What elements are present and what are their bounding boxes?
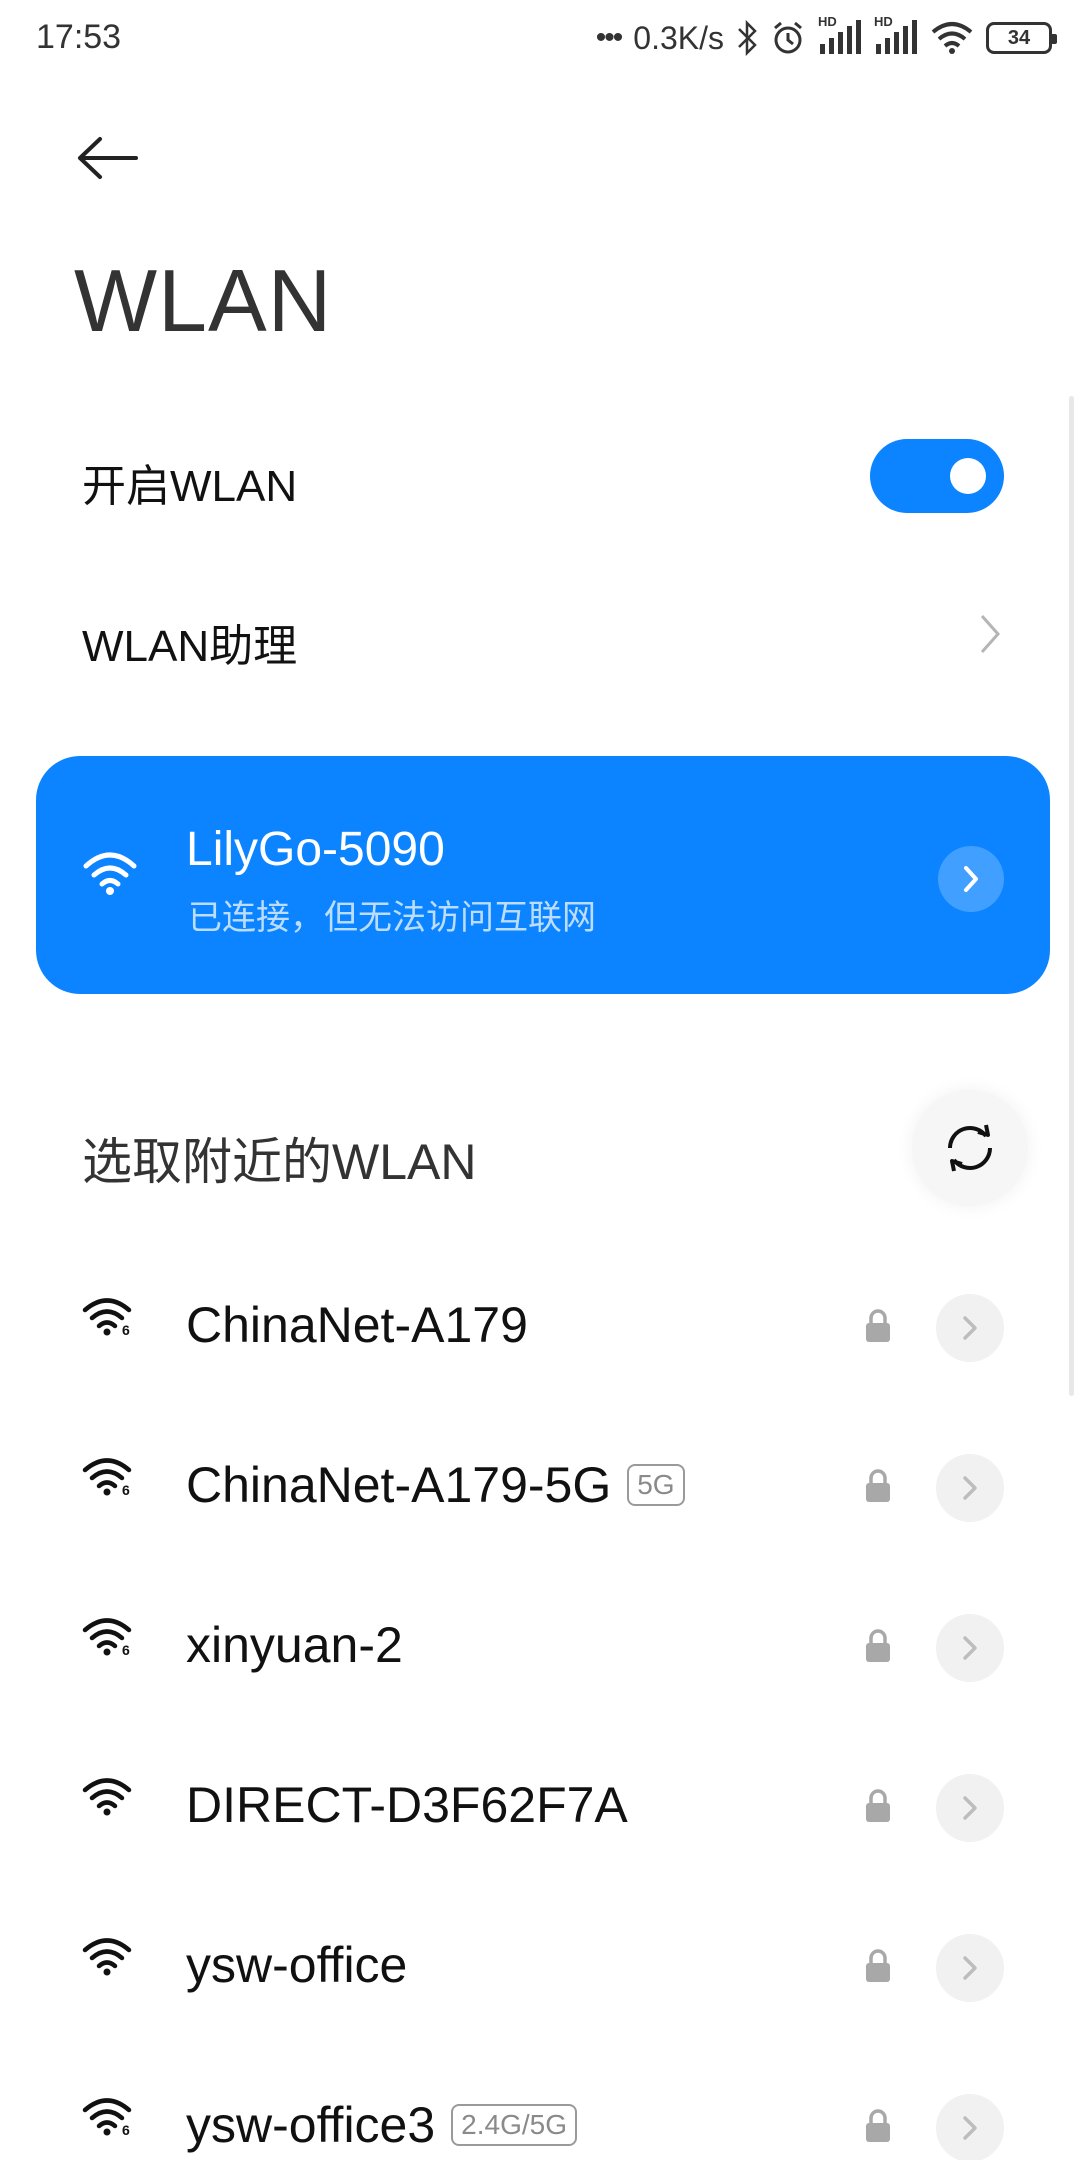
chevron-right-icon [963, 1476, 977, 1500]
network-details-button[interactable] [936, 1774, 1004, 1842]
back-arrow-icon [78, 137, 138, 179]
chevron-right-icon [963, 2116, 977, 2140]
network-row[interactable]: DIRECT-D3F62F7A [0, 1728, 1080, 1888]
network-row[interactable]: 6 xinyuan-2 [0, 1568, 1080, 1728]
lock-icon [864, 1948, 892, 1989]
network-details-button[interactable] [936, 1614, 1004, 1682]
wlan-assistant-label: WLAN助理 [82, 622, 298, 671]
chevron-right-icon [963, 1316, 977, 1340]
status-time: 17:53 [36, 18, 122, 56]
svg-text:6: 6 [122, 2122, 130, 2136]
status-icons: ••• 0.3K/s HD HD 34 [595, 14, 1057, 60]
wifi-signal-icon [82, 1936, 132, 1981]
scrollbar[interactable] [1069, 396, 1074, 1396]
network-ssid: ChinaNet-A179 [186, 1296, 528, 1354]
network-speed: 0.3K/s [633, 19, 724, 56]
wifi-signal-icon: 6 [82, 2096, 132, 2141]
network-ssid-text: ysw-office3 [186, 2097, 436, 2153]
network-details-button[interactable] [936, 2094, 1004, 2160]
network-ssid-text: ysw-office [186, 1937, 408, 1993]
network-row[interactable]: 6 ysw-office3 2.4G/5G [0, 2048, 1080, 2160]
status-bar: 17:53 ••• 0.3K/s HD HD 34 [0, 0, 1080, 80]
signal-icon-sim2: HD [874, 14, 918, 56]
wlan-toggle[interactable] [870, 439, 1004, 513]
back-button[interactable] [76, 128, 160, 188]
wifi-signal-icon: 6 [82, 1296, 132, 1341]
chevron-right-icon [964, 866, 978, 892]
lock-icon [864, 1468, 892, 1509]
network-ssid-text: ChinaNet-A179 [186, 1297, 528, 1353]
alarm-icon [770, 20, 806, 56]
network-row[interactable]: ysw-office [0, 1888, 1080, 2048]
network-ssid: ChinaNet-A179-5G 5G [186, 1456, 685, 1514]
enable-wlan-row[interactable]: 开启WLAN [0, 436, 1080, 516]
lock-icon [864, 1628, 892, 1669]
svg-text:6: 6 [122, 1642, 130, 1656]
chevron-right-icon [963, 1636, 977, 1660]
signal-icon-sim1: HD [818, 14, 862, 56]
battery-icon: 34 [986, 22, 1057, 54]
lock-icon [864, 1308, 892, 1349]
connected-ssid: LilyGo-5090 [186, 823, 445, 876]
network-details-button[interactable] [938, 846, 1004, 912]
enable-wlan-label: 开启WLAN [82, 462, 298, 511]
network-details-button[interactable] [936, 1294, 1004, 1362]
wifi-signal-icon [82, 1776, 132, 1821]
section-title: 选取附近的WLAN [82, 1134, 477, 1190]
band-badge: 5G [627, 1464, 685, 1506]
band-badge: 2.4G/5G [451, 2104, 578, 2146]
wlan-assistant-row[interactable]: WLAN助理 [0, 596, 1080, 676]
svg-text:6: 6 [122, 1322, 130, 1336]
chevron-right-icon [963, 1796, 977, 1820]
lock-icon [864, 1788, 892, 1829]
network-ssid: xinyuan-2 [186, 1616, 403, 1674]
page-title: WLAN [74, 251, 333, 350]
svg-text:6: 6 [122, 1482, 130, 1496]
toggle-knob [950, 458, 986, 494]
network-ssid-text: DIRECT-D3F62F7A [186, 1777, 628, 1833]
network-ssid: ysw-office [186, 1936, 407, 1994]
wifi-status-icon [930, 20, 974, 56]
wifi-signal-icon: 6 [82, 1616, 132, 1661]
chevron-right-icon [978, 612, 1002, 661]
network-row[interactable]: 6 ChinaNet-A179-5G 5G [0, 1408, 1080, 1568]
more-dots-icon: ••• [595, 21, 623, 54]
network-ssid-text: xinyuan-2 [186, 1617, 403, 1673]
wifi-signal-icon: 6 [82, 1456, 132, 1501]
network-ssid: ysw-office3 2.4G/5G [186, 2096, 578, 2154]
chevron-right-icon [963, 1956, 977, 1980]
bluetooth-icon [736, 20, 758, 56]
network-details-button[interactable] [936, 1934, 1004, 2002]
connected-network-card[interactable]: LilyGo-5090 已连接，但无法访问互联网 [36, 756, 1050, 994]
lock-icon [864, 2108, 892, 2149]
network-ssid: DIRECT-D3F62F7A [186, 1776, 628, 1834]
network-row[interactable]: 6 ChinaNet-A179 [0, 1248, 1080, 1408]
connected-status: 已连接，但无法访问互联网 [188, 899, 596, 937]
refresh-button[interactable] [912, 1090, 1028, 1206]
refresh-icon [948, 1124, 992, 1172]
network-details-button[interactable] [936, 1454, 1004, 1522]
network-ssid-text: ChinaNet-A179-5G [186, 1457, 612, 1513]
wifi-icon [82, 850, 138, 901]
